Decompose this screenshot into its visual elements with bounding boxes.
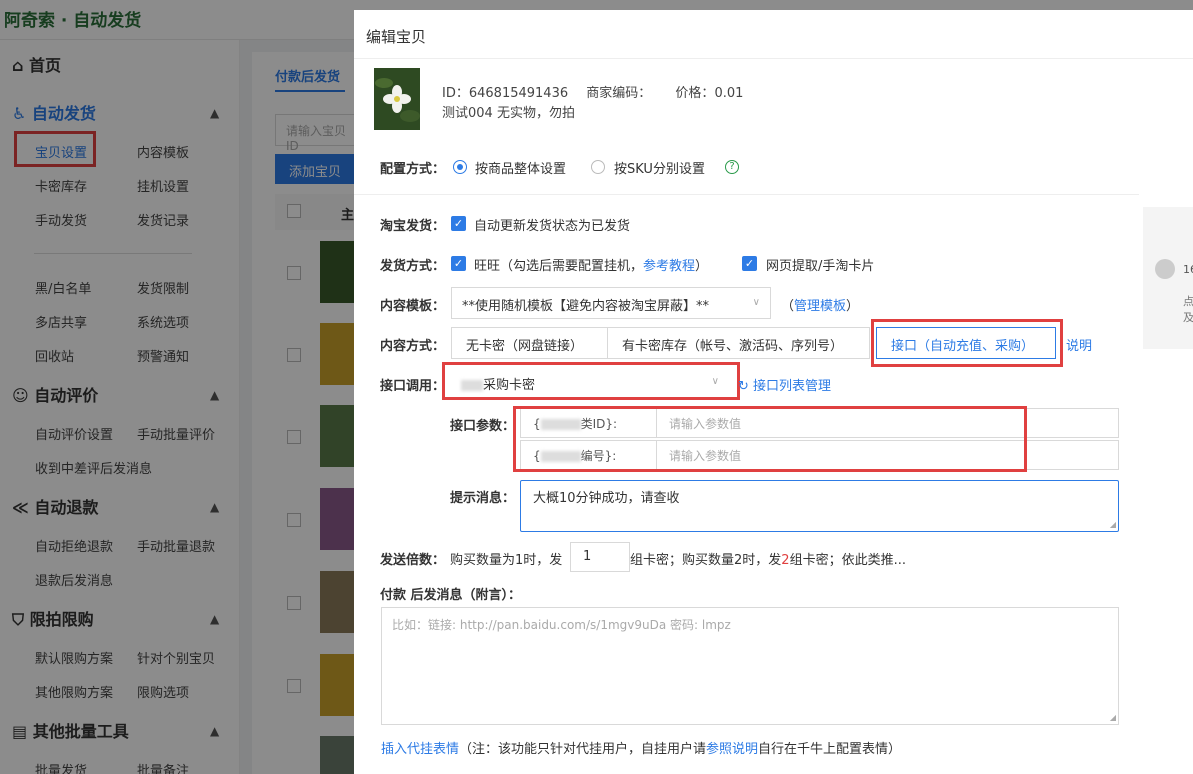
product-id: 646815491436 (468, 86, 569, 101)
tip-label: 提示消息： (450, 491, 516, 506)
content-opt-no-card[interactable]: 无卡密（网盘链接） (451, 327, 608, 359)
after-pay-label: 付款 后发消息（附言）： (380, 588, 522, 603)
template-label: 内容模板： (380, 299, 446, 314)
header-divider (354, 58, 1193, 59)
taobao-ship-label: 淘宝发货： (380, 219, 446, 234)
manage-template: （管理模板） (781, 299, 860, 314)
tip-message-input[interactable]: 大概10分钟成功，请查收 ◢ (520, 480, 1119, 532)
api-list-manage[interactable]: ↻ 接口列表管理 (738, 375, 831, 394)
chevron-down-icon: ∨ (752, 297, 760, 308)
highlight-box (513, 406, 1027, 472)
product-name: 测试004 无实物，勿拍 (442, 106, 575, 121)
wangwang-checkbox[interactable]: ✓ (451, 256, 466, 271)
resize-handle[interactable]: ◢ (1110, 713, 1116, 722)
highlight-box (442, 362, 740, 400)
manage-template-link[interactable]: 管理模板 (794, 299, 846, 314)
insert-emoji-link[interactable]: 插入代挂表情 (381, 742, 459, 757)
help-icon[interactable]: ? (725, 160, 739, 174)
auto-update-label[interactable]: 自动更新发货状态为已发货 (474, 215, 630, 234)
refresh-icon: ↻ (738, 379, 749, 394)
web-extract-label[interactable]: 网页提取/手淘卡片 (766, 255, 874, 274)
radio-whole[interactable] (453, 160, 467, 174)
reference-link[interactable]: 参照说明 (706, 742, 758, 757)
resize-handle[interactable]: ◢ (1110, 520, 1116, 529)
content-opt-card-stock[interactable]: 有卡密库存（帐号、激活码、序列号） (607, 327, 870, 359)
product-meta: ID：646815491436 商家编码： 价格：0.01 (442, 86, 744, 101)
api-params-label: 接口参数： (450, 419, 516, 434)
template-select[interactable]: **使用随机模板【避免内容被淘宝屏蔽】** ∨ (451, 287, 771, 319)
edit-goods-drawer: 编辑宝贝 ID：646815491436 商家编码： 价格：0.01 测试004… (354, 10, 1193, 774)
footer-note: 插入代挂表情（注：该功能只针对代挂用户，自挂用户请参照说明自行在千牛上配置表情） (381, 742, 902, 757)
api-call-label: 接口调用： (380, 379, 446, 394)
wangwang-label[interactable]: 旺旺（勾选后需要配置挂机，参考教程） (474, 255, 708, 274)
radio-whole-label[interactable]: 按商品整体设置 (475, 158, 566, 177)
side-card: 16 点 及 (1143, 207, 1193, 349)
content-method-label: 内容方式： (380, 339, 446, 354)
multiple-input[interactable]: 1 (570, 542, 630, 572)
section-divider (354, 194, 1139, 195)
avatar (1155, 259, 1175, 279)
multiple-label: 发送倍数： (380, 553, 446, 568)
after-pay-textarea[interactable]: 比如：链接: http://pan.baidu.com/s/1mgv9uDa 密… (381, 607, 1119, 725)
product-image (374, 68, 420, 130)
explain-link[interactable]: 说明 (1066, 335, 1092, 354)
auto-update-checkbox[interactable]: ✓ (451, 216, 466, 231)
multiple-pre: 购买数量为1时，发 (450, 553, 563, 568)
radio-sku-label[interactable]: 按SKU分别设置 (614, 158, 705, 177)
drawer-title: 编辑宝贝 (366, 28, 427, 46)
radio-sku[interactable] (591, 160, 605, 174)
highlight-box (871, 319, 1063, 367)
web-extract-checkbox[interactable]: ✓ (742, 256, 757, 271)
multiple-desc: 组卡密；购买数量2时，发2组卡密；依此类推... (630, 553, 906, 568)
product-price: 0.01 (714, 86, 744, 101)
config-label: 配置方式： (380, 162, 446, 177)
tutorial-link[interactable]: 参考教程 (643, 259, 695, 274)
ship-method-label: 发货方式： (380, 259, 446, 274)
